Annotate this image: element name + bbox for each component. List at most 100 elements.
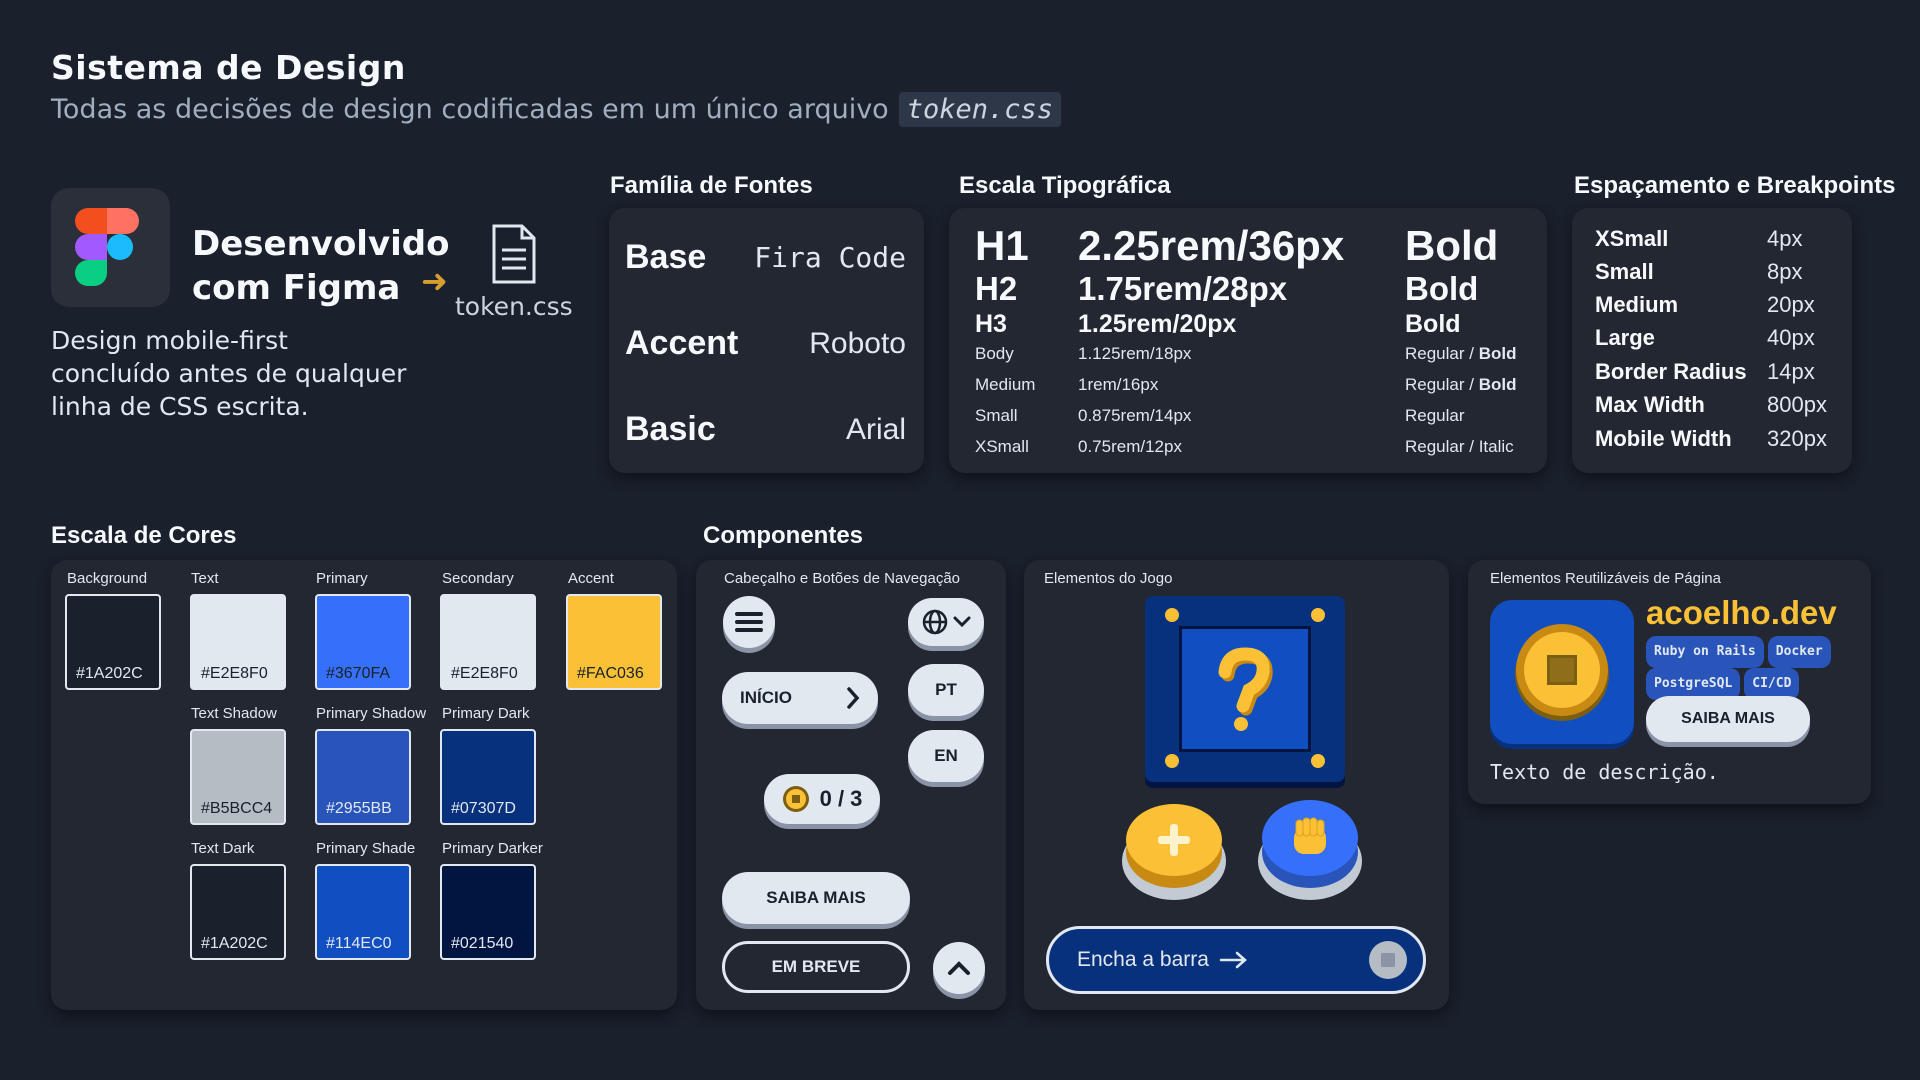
typo-row-medium: Medium 1rem/16px Regular / Bold <box>975 375 1527 395</box>
coin-counter-value: 0 / 3 <box>819 786 863 811</box>
typo-row-h3: H3 1.25rem/20px Bold <box>975 310 1527 339</box>
pt-button[interactable]: PT <box>908 664 984 716</box>
spacing-key: XSmall <box>1595 226 1669 251</box>
hamburger-icon <box>735 612 763 632</box>
spacing-row: Border Radius 14px <box>1595 359 1838 385</box>
fonts-card: Base Fira Code Accent Roboto Basic Arial <box>609 208 924 473</box>
spacing-key: Medium <box>1595 292 1679 317</box>
arrow-right-icon <box>1219 951 1247 969</box>
spacing-value: 800px <box>1767 392 1827 417</box>
document-icon <box>492 224 536 284</box>
swatch-label: Secondary <box>442 570 514 587</box>
spacing-key: Mobile Width <box>1595 426 1732 451</box>
typo-size: 1.25rem/20px <box>1078 310 1237 338</box>
plus-icon <box>1158 824 1190 856</box>
tech-tags: Ruby on Rails DockerPostgreSQL CI/CD <box>1646 636 1866 700</box>
scroll-up-button[interactable] <box>933 942 985 994</box>
spacing-row: Small 8px <box>1595 259 1838 285</box>
spacing-card: XSmall 4px Small 8px Medium 20px Large 40px … <box>1572 208 1852 473</box>
page-subtitle: Todas as decisões de design codificadas … <box>51 92 1062 127</box>
coin-icon <box>1515 624 1609 721</box>
swatch-background: #1A202C <box>65 594 161 690</box>
nav-card-label: Cabeçalho e Botões de Navegação <box>724 570 961 587</box>
pt-label: PT <box>935 680 957 699</box>
spacing-row: Medium 20px <box>1595 292 1838 318</box>
figma-desc-line: concluído antes de qualquer <box>51 359 407 388</box>
chevron-down-icon <box>953 616 971 628</box>
typo-name: Medium <box>975 375 1036 394</box>
spacing-row: Large 40px <box>1595 325 1838 351</box>
font-key: Basic <box>625 410 716 448</box>
subtitle-text: Todas as decisões de design codificadas … <box>51 94 889 125</box>
question-mark-icon <box>1218 647 1273 731</box>
colors-card: Background #1A202C Text #E2E8F0 Primary … <box>51 560 677 1010</box>
swatch-hex: #07307D <box>451 800 516 817</box>
font-value: Roboto <box>809 326 906 360</box>
typo-name: H2 <box>975 270 1018 307</box>
typo-row-xsmall: XSmall 0.75rem/12px Regular / Italic <box>975 437 1527 457</box>
en-button[interactable]: EN <box>908 730 984 782</box>
menu-button[interactable] <box>723 596 775 648</box>
font-value: Arial <box>845 412 906 446</box>
language-dropdown-button[interactable] <box>908 598 984 646</box>
add-button[interactable] <box>1122 804 1226 900</box>
components-section-title: Componentes <box>703 522 864 549</box>
spacing-value: 8px <box>1767 259 1803 284</box>
font-key: Base <box>625 238 707 276</box>
font-key: Accent <box>625 324 739 362</box>
typo-name: Small <box>975 406 1018 425</box>
fill-bar[interactable]: Encha a barra <box>1046 926 1426 994</box>
fill-bar-label: Encha a barra <box>1077 948 1209 971</box>
file-label: token.css <box>455 292 573 321</box>
en-label: EN <box>934 746 958 765</box>
swatch-label: Text Dark <box>191 840 255 857</box>
spacing-key: Max Width <box>1595 392 1705 417</box>
spacing-key: Small <box>1595 259 1654 284</box>
figma-desc-line: Design mobile-first <box>51 326 288 355</box>
swatch-text: #E2E8F0 <box>190 594 286 690</box>
fonts-section-title: Família de Fontes <box>610 172 813 199</box>
subtitle-code: token.css <box>898 92 1062 127</box>
game-elements-card: Elementos do Jogo Encha a barra <box>1024 560 1449 1010</box>
em-breve-button[interactable]: EM BREVE <box>722 941 910 993</box>
spacing-value: 4px <box>1767 226 1803 251</box>
question-box[interactable] <box>1145 596 1345 782</box>
reuse-card-label: Elementos Reutilizáveis de Página <box>1490 570 1721 587</box>
swatch-hex: #3670FA <box>326 665 391 682</box>
tag: Docker <box>1767 636 1831 668</box>
punch-button[interactable] <box>1258 800 1362 900</box>
figma-title-line1: Desenvolvido <box>192 224 450 264</box>
saiba-mais-button[interactable]: SAIBA MAIS <box>1646 696 1810 742</box>
swatch-hex: #114EC0 <box>326 935 392 952</box>
spacing-value: 40px <box>1767 325 1815 350</box>
swatch-hex: #1A202C <box>201 935 268 952</box>
typo-size: 2.25rem/36px <box>1078 222 1345 269</box>
typo-row-body: Body 1.125rem/18px Regular / Bold <box>975 344 1527 364</box>
typo-weight: Regular / Italic <box>1405 437 1514 456</box>
swatch-primary-darker: #021540 <box>440 864 536 960</box>
typo-weight: Regular <box>1405 406 1465 425</box>
fill-bar-handle[interactable] <box>1369 941 1407 979</box>
swatch-label: Accent <box>568 570 614 587</box>
saiba-mais-label: SAIBA MAIS <box>766 888 866 907</box>
saiba-mais-button[interactable]: SAIBA MAIS <box>722 872 910 924</box>
swatch-label: Text <box>191 570 219 587</box>
game-card-label: Elementos do Jogo <box>1044 570 1173 587</box>
typo-weight: Bold <box>1405 270 1479 307</box>
typo-size: 1rem/16px <box>1078 375 1159 394</box>
inicio-button[interactable]: INÍCIO <box>722 672 878 724</box>
swatch-secondary: #E2E8F0 <box>440 594 536 690</box>
swatch-label: Primary <box>316 570 368 587</box>
typography-section-title: Escala Tipográfica <box>959 172 1171 199</box>
typography-card: H1 2.25rem/36px Bold H2 1.75rem/28px Bol… <box>949 208 1547 473</box>
figma-title-line2: com Figma <box>192 268 401 308</box>
swatch-hex: #1A202C <box>76 665 143 682</box>
swatch-text-dark: #1A202C <box>190 864 286 960</box>
saiba-mais-label: SAIBA MAIS <box>1681 710 1775 727</box>
spacing-section-title: Espaçamento e Breakpoints <box>1574 172 1896 199</box>
typo-weight-bold: Bold <box>1478 375 1517 394</box>
font-row-base: Base Fira Code <box>625 238 906 277</box>
reusable-elements-card: Elementos Reutilizáveis de Página acoelh… <box>1468 560 1871 804</box>
typo-size: 1.75rem/28px <box>1078 270 1288 307</box>
spacing-value: 14px <box>1767 359 1815 384</box>
